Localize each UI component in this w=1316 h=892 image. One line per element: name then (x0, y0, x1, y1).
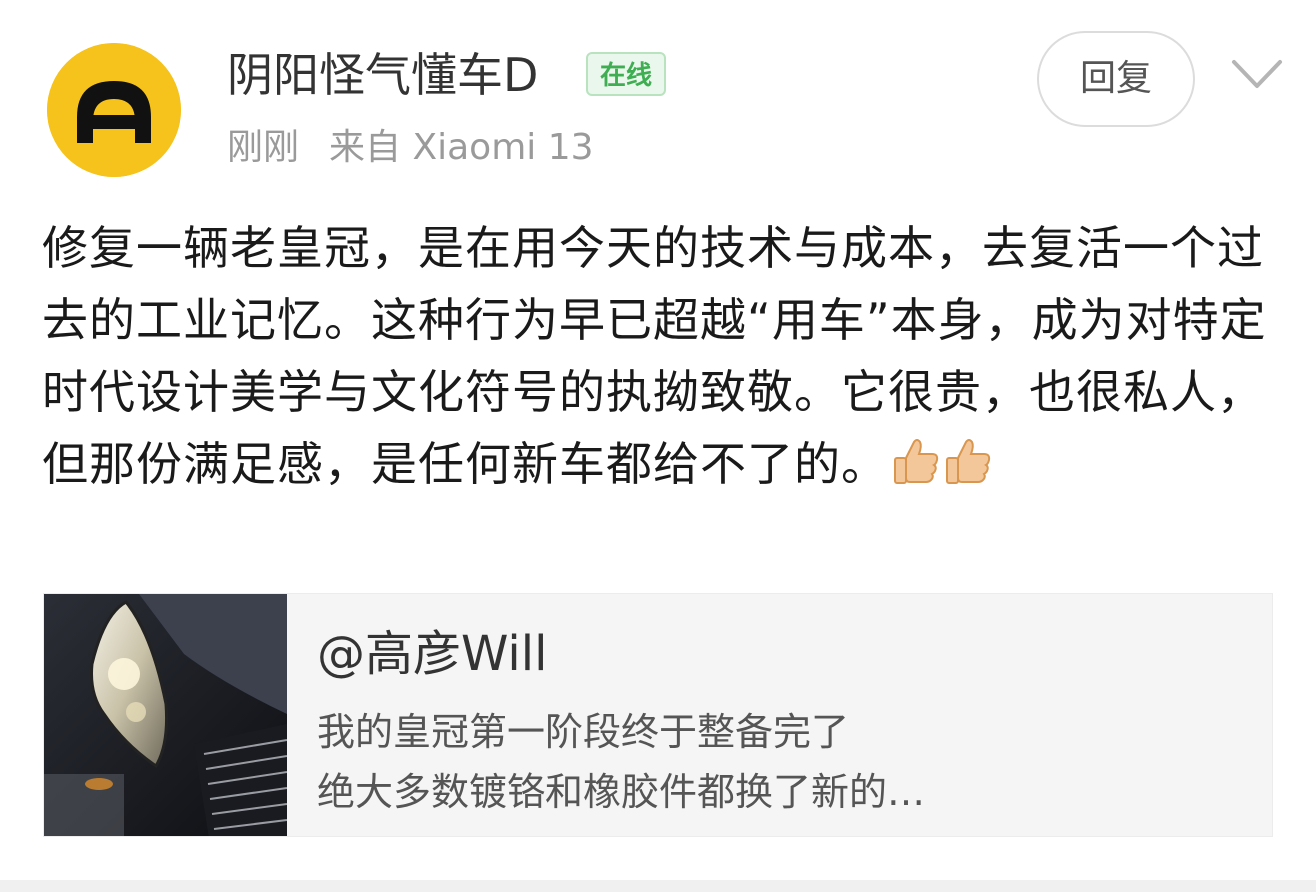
repost-author[interactable]: @高彦Will (317, 624, 547, 684)
repost-text-line-2: 绝大多数镀铬和橡胶件都换了新的… (317, 770, 926, 814)
post-meta: 刚刚 来自 Xiaomi 13 (227, 124, 594, 172)
chevron-down-icon[interactable] (1230, 56, 1284, 92)
post-body: 修复一辆老皇冠，是在用今天的技术与成本，去复活一个过去的工业记忆。这种行为早已超… (42, 212, 1274, 500)
thumbs-up-icon (944, 434, 992, 484)
avatar[interactable] (47, 43, 181, 177)
post-source: 来自 Xiaomi 13 (329, 127, 594, 168)
repost-card[interactable]: @高彦Will 我的皇冠第一阶段终于整备完了 绝大多数镀铬和橡胶件都换了新的… (43, 593, 1273, 837)
thumbs-up-icon (892, 434, 940, 484)
repost-thumbnail (44, 594, 287, 836)
steering-wheel-logo-icon (47, 43, 181, 177)
repost-text-line-1: 我的皇冠第一阶段终于整备完了 (317, 710, 850, 754)
post-text: 修复一辆老皇冠，是在用今天的技术与成本，去复活一个过去的工业记忆。这种行为早已超… (42, 221, 1267, 491)
online-status-badge: 在线 (586, 52, 667, 96)
author-name[interactable]: 阴阳怪气懂车D (227, 45, 538, 105)
reply-button[interactable]: 回复 (1037, 31, 1195, 127)
weibo-post: 阴阳怪气懂车D 在线 刚刚 来自 Xiaomi 13 回复 修复一辆老皇冠，是在用… (0, 0, 1316, 892)
post-time: 刚刚 (227, 127, 300, 168)
bottom-divider (0, 880, 1316, 892)
